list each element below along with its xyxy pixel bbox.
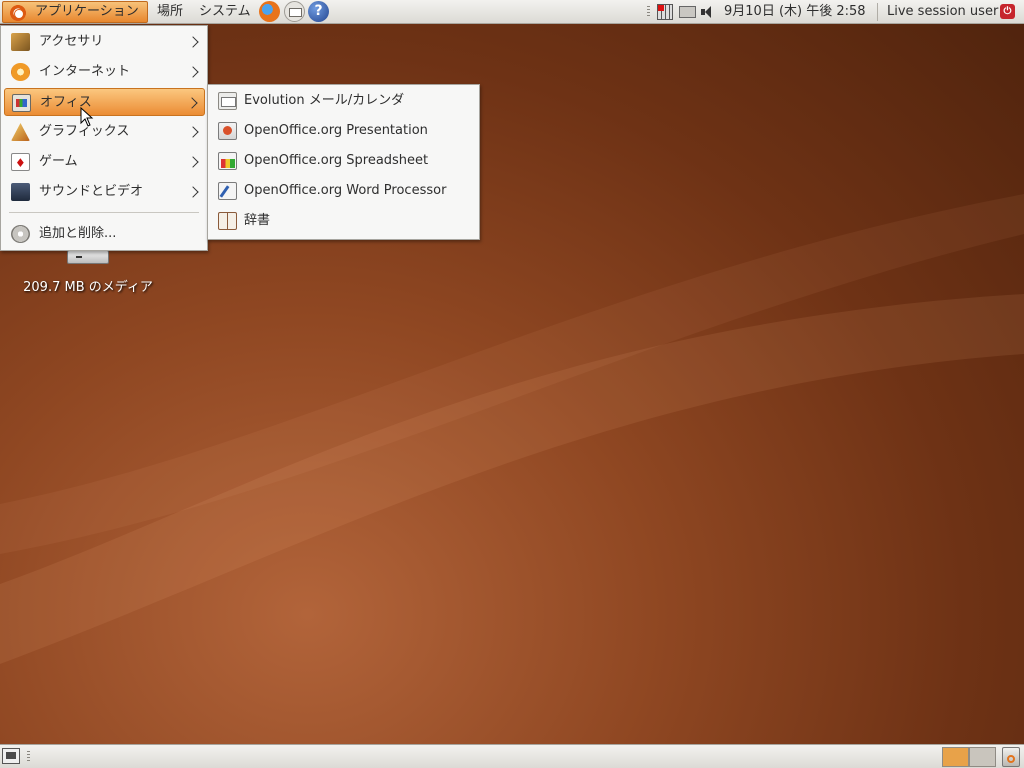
menu-item-graphics[interactable]: グラフィックス <box>4 118 205 146</box>
power-icon[interactable]: ⏻ <box>1000 4 1015 19</box>
network-icon[interactable] <box>657 4 673 20</box>
menu-item-label: Evolution メール/カレンダ <box>244 93 405 108</box>
top-panel: アプリケーション 場所 システム ? 9月10日 (木) 午後 2:58 Liv… <box>0 0 1024 24</box>
menu-item-add-remove[interactable]: 追加と削除... <box>4 220 205 248</box>
panel-separator <box>877 3 878 21</box>
menu-item-label: 辞書 <box>244 213 271 228</box>
panel-drag-handle[interactable] <box>27 751 30 763</box>
workspace-1[interactable] <box>942 747 969 767</box>
internet-icon <box>11 63 30 81</box>
menu-item-dictionary[interactable]: 辞書 <box>211 207 477 235</box>
system-menu-button[interactable]: システム <box>199 0 251 24</box>
drive-icon[interactable] <box>67 250 109 264</box>
evolution-icon <box>218 92 237 110</box>
office-submenu: Evolution メール/カレンダ OpenOffice.org Presen… <box>207 84 480 240</box>
add-remove-icon <box>11 225 30 243</box>
chevron-right-icon <box>189 178 199 206</box>
tray-drag-handle[interactable] <box>647 6 650 18</box>
menu-item-accessories[interactable]: アクセサリ <box>4 28 205 56</box>
drive-label[interactable]: 209.7 MB のメディア <box>0 276 176 295</box>
menu-item-games[interactable]: ゲーム <box>4 148 205 177</box>
chevron-right-icon <box>189 148 199 176</box>
chevron-right-icon <box>189 28 199 56</box>
chevron-right-icon <box>188 89 198 117</box>
chevron-right-icon <box>189 118 199 146</box>
volume-icon[interactable] <box>700 4 716 20</box>
menu-item-sound-video[interactable]: サウンドとビデオ <box>4 178 205 206</box>
calc-icon <box>218 152 237 170</box>
menu-item-office[interactable]: オフィス <box>4 88 205 116</box>
applications-menu: アクセサリ インターネット オフィス グラフィックス ゲーム サウンドとビデオ … <box>0 25 208 251</box>
clock[interactable]: 9月10日 (木) 午後 2:58 <box>724 0 866 24</box>
keyboard-icon[interactable] <box>679 6 696 18</box>
menu-item-internet[interactable]: インターネット <box>4 58 205 86</box>
games-icon <box>11 149 30 177</box>
office-icon <box>12 94 31 112</box>
menu-item-word-processor[interactable]: OpenOffice.org Word Processor <box>211 177 477 205</box>
firefox-icon[interactable] <box>259 1 280 22</box>
mouse-cursor-icon <box>80 107 94 127</box>
menu-separator <box>9 212 199 213</box>
applications-menu-button[interactable]: アプリケーション <box>2 1 148 23</box>
writer-icon <box>218 182 237 200</box>
ubuntu-logo-icon <box>9 4 27 22</box>
menu-item-evolution[interactable]: Evolution メール/カレンダ <box>211 87 477 115</box>
applications-menu-label: アプリケーション <box>35 4 139 19</box>
menu-item-label: サウンドとビデオ <box>39 184 144 199</box>
menu-item-label: OpenOffice.org Spreadsheet <box>244 153 429 168</box>
impress-icon <box>218 122 237 140</box>
user-name[interactable]: Live session user <box>887 0 998 24</box>
graphics-icon <box>11 123 30 141</box>
menu-item-label: OpenOffice.org Presentation <box>244 123 428 138</box>
places-menu-button[interactable]: 場所 <box>157 0 183 24</box>
menu-item-label: インターネット <box>39 64 131 79</box>
show-desktop-icon[interactable] <box>2 748 20 764</box>
mail-icon[interactable] <box>284 1 305 22</box>
menu-item-label: OpenOffice.org Word Processor <box>244 183 447 198</box>
menu-item-label: アクセサリ <box>39 34 104 49</box>
help-icon[interactable]: ? <box>308 1 329 22</box>
chevron-right-icon <box>189 58 199 86</box>
menu-item-label: 追加と削除... <box>39 226 117 241</box>
workspace-2[interactable] <box>969 747 996 767</box>
trash-icon[interactable] <box>1002 747 1020 767</box>
bottom-panel <box>0 744 1024 768</box>
menu-item-spreadsheet[interactable]: OpenOffice.org Spreadsheet <box>211 147 477 175</box>
menu-item-presentation[interactable]: OpenOffice.org Presentation <box>211 117 477 145</box>
menu-item-label: ゲーム <box>39 154 78 169</box>
accessories-icon <box>11 33 30 51</box>
dictionary-icon <box>218 212 237 230</box>
sound-video-icon <box>11 183 30 201</box>
